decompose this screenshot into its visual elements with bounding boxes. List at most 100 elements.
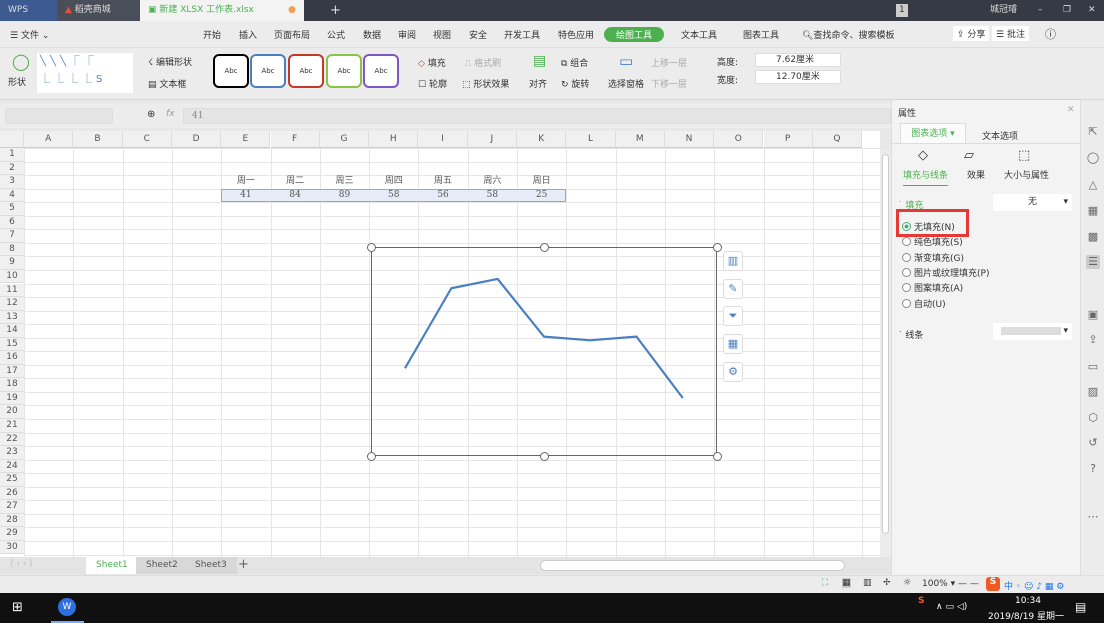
comment-button[interactable]: ☰ 批注 bbox=[992, 26, 1029, 41]
table-value-cell[interactable]: 41 bbox=[221, 189, 270, 203]
send-backward-button[interactable]: 下移一层 bbox=[651, 77, 687, 90]
zoom-formula-icon[interactable]: ⊕ bbox=[147, 109, 155, 120]
menu-drawing-tools[interactable]: 绘图工具 bbox=[604, 27, 665, 42]
user-name[interactable]: 城冠璿 bbox=[982, 0, 1017, 21]
tab-workbook[interactable]: ▣ 新建 XLSX 工作表.xlsx ● bbox=[140, 0, 304, 21]
subtab-fill-line[interactable]: 填充与线条 bbox=[903, 168, 949, 186]
shape-effect-button[interactable]: ⬚ 形状效果 bbox=[462, 77, 509, 90]
image-icon[interactable]: ▣ bbox=[1086, 308, 1100, 322]
resize-handle[interactable] bbox=[366, 451, 376, 461]
subtab-size[interactable]: 大小与属性 bbox=[1004, 168, 1049, 181]
group-button[interactable]: ⧉ 组合 bbox=[561, 56, 588, 69]
tab-chart-options[interactable]: 图表选项 ▾ bbox=[900, 123, 966, 143]
row-header[interactable]: 30 bbox=[0, 540, 24, 555]
resize-handle[interactable] bbox=[366, 242, 376, 252]
column-header[interactable]: F bbox=[270, 131, 320, 148]
rotate-button[interactable]: ↻ 旋转 bbox=[561, 77, 589, 90]
menu-developer[interactable]: 开发工具 bbox=[504, 28, 540, 41]
picture-icon[interactable]: ▨ bbox=[1086, 385, 1100, 399]
row-header[interactable]: 26 bbox=[0, 486, 24, 501]
resize-handle[interactable] bbox=[539, 451, 549, 461]
width-input[interactable]: 12.70厘米 bbox=[755, 70, 841, 84]
menu-insert[interactable]: 插入 bbox=[239, 28, 257, 41]
fill-option[interactable]: 自动(U) bbox=[902, 297, 946, 310]
resize-handle[interactable] bbox=[712, 242, 722, 252]
backup-icon[interactable]: ▭ bbox=[1086, 360, 1100, 374]
fill-option[interactable]: 图案填充(A) bbox=[902, 281, 963, 294]
normal-view-icon[interactable]: ▦ bbox=[842, 578, 851, 588]
row-header[interactable]: 10 bbox=[0, 269, 24, 284]
row-header[interactable]: 16 bbox=[0, 351, 24, 365]
fx-label[interactable]: fx bbox=[166, 109, 175, 119]
style-preset[interactable]: Abc bbox=[250, 54, 286, 88]
page-view-icon[interactable]: ▥ bbox=[863, 578, 872, 588]
menu-start[interactable]: 开始 bbox=[203, 28, 221, 41]
share-button[interactable]: ⇪ 分享 bbox=[953, 26, 990, 41]
hex-icon[interactable]: ⬡ bbox=[1086, 411, 1100, 425]
sheet-tab-2[interactable]: Sheet2 bbox=[136, 557, 188, 574]
reading-view-icon[interactable]: ✢ bbox=[883, 578, 891, 588]
restore-button[interactable]: ❐ bbox=[1055, 0, 1071, 21]
sheet-tab-1[interactable]: Sheet1 bbox=[86, 557, 138, 574]
selection-pane-button[interactable]: 选择窗格 bbox=[608, 77, 644, 90]
apps-icon[interactable]: ▩ bbox=[1086, 230, 1100, 244]
table-value-cell[interactable]: 58 bbox=[369, 189, 418, 203]
history-icon[interactable]: ↺ bbox=[1086, 436, 1100, 450]
wps-taskbar-icon[interactable]: W bbox=[58, 598, 76, 616]
table-header-cell[interactable]: 周三 bbox=[320, 175, 369, 189]
row-header[interactable]: 15 bbox=[0, 337, 24, 352]
table-header-cell[interactable]: 周日 bbox=[517, 175, 566, 189]
line-section-header[interactable]: ˙ 线条 bbox=[898, 328, 923, 341]
shape-icon[interactable]: ◯ bbox=[12, 52, 30, 71]
edit-shape-button[interactable]: ☇ 编辑形状 bbox=[148, 55, 192, 68]
menu-formula[interactable]: 公式 bbox=[327, 28, 345, 41]
column-header[interactable]: D bbox=[171, 131, 222, 148]
fill-type-dropdown[interactable]: 无 ▾ bbox=[993, 194, 1072, 211]
bring-forward-button[interactable]: 上移一层 bbox=[651, 56, 687, 69]
row-header[interactable]: 1 bbox=[0, 148, 24, 162]
row-header[interactable]: 5 bbox=[0, 202, 24, 216]
fill-option[interactable]: 纯色填充(S) bbox=[902, 235, 963, 248]
column-header[interactable]: B bbox=[73, 131, 123, 148]
shapes-icon[interactable]: ◯ bbox=[1086, 151, 1100, 165]
table-header-cell[interactable]: 周一 bbox=[221, 175, 270, 189]
row-header[interactable]: 14 bbox=[0, 324, 24, 338]
eye-protect-icon[interactable]: ☼ bbox=[903, 578, 911, 588]
row-header[interactable]: 11 bbox=[0, 283, 24, 298]
column-header[interactable]: E bbox=[221, 131, 271, 148]
help-icon[interactable]: ⓘ bbox=[1045, 26, 1056, 42]
chart-elements-icon[interactable]: ▥ bbox=[723, 251, 743, 271]
zoom-level[interactable]: 100% ▾ — — bbox=[922, 579, 979, 589]
row-header[interactable]: 18 bbox=[0, 378, 24, 392]
clock-time[interactable]: 10:34 bbox=[1015, 596, 1041, 606]
help-side-icon[interactable]: ? bbox=[1086, 462, 1100, 476]
line-type-dropdown[interactable]: ▾ bbox=[993, 323, 1072, 340]
table-value-cell[interactable]: 25 bbox=[517, 189, 566, 203]
style-preset[interactable]: Abc bbox=[213, 54, 249, 88]
windows-start-icon[interactable]: ⊞ bbox=[12, 600, 23, 615]
row-header[interactable]: 20 bbox=[0, 405, 24, 419]
chart-style-icon[interactable]: ✎ bbox=[723, 278, 743, 299]
column-header[interactable]: L bbox=[566, 131, 616, 148]
row-header[interactable]: 8 bbox=[0, 242, 24, 257]
minimize-button[interactable]: – bbox=[1030, 0, 1043, 21]
column-header[interactable]: A bbox=[24, 131, 74, 148]
shape-button[interactable]: 形状 bbox=[8, 75, 26, 88]
sheet-tab-3[interactable]: Sheet3 bbox=[185, 557, 237, 574]
table-value-cell[interactable]: 56 bbox=[418, 189, 467, 203]
row-header[interactable]: 21 bbox=[0, 419, 24, 433]
row-header[interactable]: 29 bbox=[0, 527, 24, 541]
horizontal-scrollbar[interactable] bbox=[540, 560, 845, 571]
row-header[interactable]: 22 bbox=[0, 432, 24, 447]
column-header[interactable]: M bbox=[615, 131, 665, 148]
fill-option[interactable]: 图片或纹理填充(P) bbox=[902, 266, 989, 279]
column-header[interactable]: H bbox=[369, 131, 419, 148]
column-header[interactable]: I bbox=[418, 131, 468, 148]
menu-data[interactable]: 数据 bbox=[363, 28, 381, 41]
align-button[interactable]: 对齐 bbox=[529, 77, 547, 90]
tray-icons[interactable]: ∧ ▭ ◁) bbox=[936, 602, 967, 612]
column-header[interactable]: J bbox=[467, 131, 517, 148]
panel-title[interactable]: 属性 bbox=[898, 106, 916, 119]
resize-handle[interactable] bbox=[539, 242, 549, 252]
chart-settings-icon[interactable]: ⚙ bbox=[723, 361, 743, 382]
